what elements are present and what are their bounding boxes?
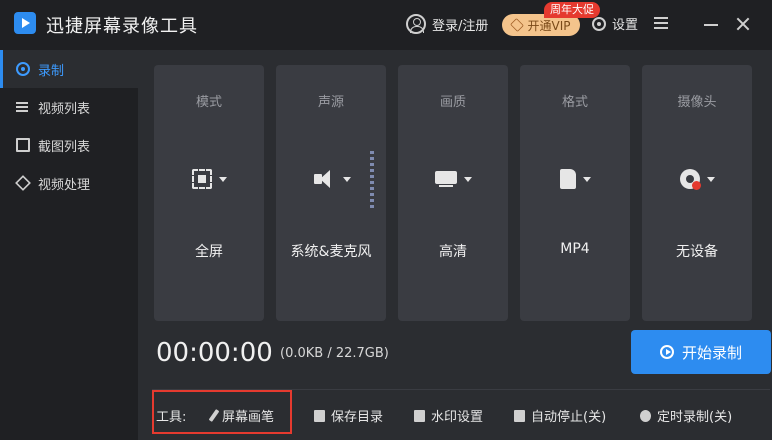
menu-icon[interactable]	[654, 14, 674, 34]
list-icon	[16, 100, 30, 114]
audio-source-card[interactable]: 声源 系统&麦克风	[276, 65, 386, 321]
camera-selector[interactable]	[642, 167, 752, 191]
audio-source-value: 系统&麦克风	[290, 244, 372, 260]
clock-icon	[640, 409, 651, 422]
chevron-down-icon	[218, 176, 227, 182]
watermark-icon	[414, 409, 425, 422]
error-badge-icon	[691, 181, 701, 190]
sidebar-item-label: 视频处理	[38, 177, 91, 193]
format-card[interactable]: 格式 MP4	[520, 65, 630, 321]
vip-label: 开通VIP	[527, 18, 571, 33]
format-selector[interactable]	[520, 167, 630, 191]
title-bar: 迅捷屏幕录像工具 登录/注册 开通VIP 周年大促 设置	[0, 0, 772, 48]
tool-label: 水印设置	[431, 410, 484, 425]
record-timer: 00:00:00	[156, 338, 273, 368]
record-panel: 模式 全屏 声源 系统&麦克风 画质 高清 格式 MP4 摄像头 无设备 00:…	[138, 50, 772, 440]
monitor-icon	[434, 171, 457, 187]
mode-selector[interactable]	[154, 167, 264, 191]
tools-label: 工具:	[156, 410, 187, 425]
tool-label: 自动停止(关)	[531, 410, 607, 425]
camera-icon	[679, 169, 701, 190]
scheduled-record-button[interactable]: 定时录制(关)	[640, 406, 732, 425]
fullscreen-icon	[191, 169, 212, 189]
quality-card[interactable]: 画质 高清	[398, 65, 508, 321]
sidebar-item-label: 视频列表	[38, 101, 91, 117]
speaker-icon	[312, 170, 336, 188]
file-icon	[559, 169, 576, 189]
sidebar-item-video-process[interactable]: 视频处理	[0, 164, 138, 202]
save-directory-button[interactable]: 保存目录	[314, 406, 383, 425]
sidebar-item-video-list[interactable]: 视频列表	[0, 88, 138, 126]
minimize-icon[interactable]	[702, 14, 722, 34]
screen-pen-button[interactable]: 屏幕画笔	[208, 406, 275, 425]
start-record-button[interactable]: 开始录制	[631, 330, 771, 374]
audio-source-label: 声源	[317, 95, 344, 110]
chevron-down-icon	[582, 176, 591, 182]
auto-stop-button[interactable]: 自动停止(关)	[514, 406, 606, 425]
tools-bar: 工具: 屏幕画笔 保存目录 水印设置 自动停止(关) 定时录制(关)	[152, 390, 772, 438]
sidebar-item-label: 截图列表	[38, 139, 91, 155]
tool-label: 屏幕画笔	[222, 410, 275, 425]
folder-icon	[314, 409, 325, 422]
login-label: 登录/注册	[432, 18, 489, 34]
chevron-down-icon	[706, 176, 715, 182]
app-title: 迅捷屏幕录像工具	[46, 16, 198, 37]
tool-label: 保存目录	[331, 410, 384, 425]
user-icon	[406, 14, 426, 34]
sidebar-item-record[interactable]: 录制	[0, 50, 138, 88]
camera-label: 摄像头	[677, 95, 717, 110]
diamond-icon	[510, 18, 524, 32]
storage-size: (0.0KB / 22.7GB)	[280, 346, 389, 361]
record-icon	[16, 62, 30, 76]
camera-value: 无设备	[676, 244, 718, 260]
chevron-down-icon	[342, 176, 351, 182]
mode-card[interactable]: 模式 全屏	[154, 65, 264, 321]
settings-label: 设置	[612, 18, 639, 33]
sidebar-item-label: 录制	[38, 63, 65, 79]
camera-card[interactable]: 摄像头 无设备	[642, 65, 752, 321]
process-icon	[15, 175, 31, 191]
tool-label: 定时录制(关)	[657, 410, 733, 425]
quality-label: 画质	[439, 95, 466, 110]
mode-label: 模式	[195, 95, 222, 110]
login-button[interactable]: 登录/注册	[406, 12, 488, 36]
format-value: MP4	[560, 241, 590, 257]
quality-selector[interactable]	[398, 167, 508, 191]
sidebar: 录制 视频列表 截图列表 视频处理	[0, 50, 138, 440]
screenshot-icon	[16, 138, 30, 152]
format-label: 格式	[561, 95, 588, 110]
play-circle-icon	[659, 345, 674, 359]
app-logo-icon	[14, 12, 36, 34]
start-record-label: 开始录制	[681, 343, 742, 362]
mode-value: 全屏	[195, 244, 223, 260]
quality-value: 高清	[439, 244, 467, 260]
chevron-down-icon	[463, 176, 472, 182]
pause-icon	[514, 409, 525, 422]
watermark-settings-button[interactable]: 水印设置	[414, 406, 483, 425]
close-icon[interactable]	[734, 14, 754, 34]
volume-meter	[370, 151, 374, 211]
sidebar-item-screenshot-list[interactable]: 截图列表	[0, 126, 138, 164]
settings-button[interactable]: 设置	[592, 14, 638, 33]
gear-icon	[592, 16, 606, 31]
